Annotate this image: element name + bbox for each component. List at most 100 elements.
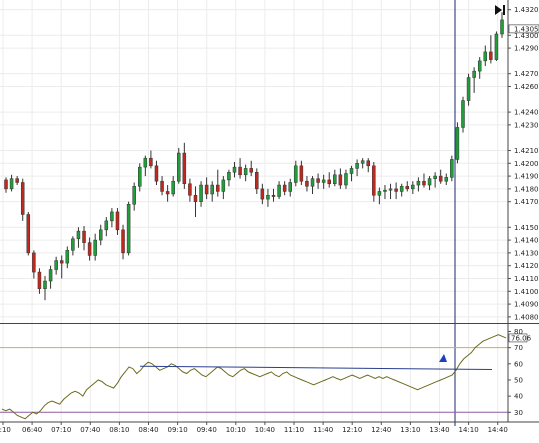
price-tick-label: 1.4190 [514,173,539,181]
candle-body [20,182,25,215]
price-panel: 1.43201.43001.42901.42701.42601.42401.42… [0,0,539,426]
candle-body [438,175,443,182]
candle-body [494,33,499,60]
time-tick-label: 12:10 [342,426,362,434]
candle-body [65,250,70,264]
candle-body [9,178,14,190]
time-tick-label: 10:40 [255,426,275,434]
price-tick-label: 1.4090 [514,301,539,309]
candle-body [344,173,348,186]
candle-body [216,184,220,192]
candle-body [405,186,410,190]
candle-body [338,174,343,186]
candle-body [299,165,304,182]
candle-body [260,188,265,200]
candle-body [182,152,187,185]
candle-body [43,280,47,289]
candle-body [32,252,36,273]
price-tick-label: 1.4290 [514,45,539,53]
osc-tick-label: 60 [514,360,523,368]
candle-body [104,220,109,231]
candle-body [455,127,460,160]
candle-body [450,159,454,178]
candle-body [277,184,281,197]
time-tick-label: 13:10 [400,426,420,434]
price-tick-label: 1.4260 [514,83,539,91]
candle-body [327,179,331,185]
playback-controls [495,5,505,15]
candle-body [305,180,309,187]
last-price-label: 1.4305 [514,25,539,33]
candle-body [93,239,97,256]
price-tick-label: 1.4180 [514,185,539,193]
candle-body [132,186,136,205]
candle-body [500,19,504,35]
candle-body [466,77,471,101]
candle-body [444,177,449,182]
play-arrow-icon [495,5,502,15]
candle-body [15,178,19,183]
candle-body [232,166,237,173]
time-tick-label: 11:10 [284,426,304,434]
price-tick-label: 1.4200 [514,160,539,168]
oscillator-levels [0,347,508,413]
candle-body [188,183,192,196]
trendline-alert-marker [439,354,447,362]
time-tick-label: 6:10 [0,426,11,434]
candle-body [26,214,31,254]
oscillator-axis: 80706050403076.06 [508,328,532,417]
time-tick-label: 09:40 [197,426,217,434]
candle-body [177,152,181,182]
candle-body [82,230,86,243]
candle-body [316,178,320,183]
candle-body [249,168,253,173]
candle-body [377,191,382,196]
price-tick-label: 1.4230 [514,121,539,129]
candle-body [477,60,482,72]
time-tick-label: 13:40 [429,426,449,434]
price-tick-label: 1.4140 [514,237,539,245]
candle-body [76,230,81,240]
price-tick-label: 1.4270 [514,70,539,78]
candle-body [121,229,125,254]
oscillator-panel: 80706050403076.06 [0,328,532,420]
candle-body [321,179,326,183]
price-tick-label: 1.4210 [514,147,539,155]
candle-body [138,166,142,187]
candle-body [126,203,131,254]
candle-body [360,160,365,164]
candle-body [399,186,404,192]
price-tick-label: 1.4120 [514,262,539,270]
time-tick-label: 10:10 [226,426,246,434]
time-tick-label: 14:10 [459,426,479,434]
price-tick-label: 1.4240 [514,109,539,117]
time-tick-label: 14:40 [488,426,508,434]
candle-body [199,184,203,202]
candle-body [4,179,8,190]
time-gridlines [2,0,499,422]
time-axis: 6:10 06:40 07:10 07:40 08:10 08:40 09:10 09:40 1… [0,422,508,434]
candle-body [48,269,53,282]
candle-body [472,70,476,78]
candle-body [243,168,248,176]
candle-body [483,51,488,62]
candle-body [355,163,359,169]
candle-body [416,180,421,186]
candle-body [255,171,259,190]
time-tick-label: 07:40 [80,426,100,434]
candle-body [98,229,103,241]
candle-body [282,184,287,192]
candle-body [489,51,493,60]
candle-body [349,168,354,174]
candle-body [160,180,164,192]
candle-body [149,157,153,167]
candle-body [227,171,231,181]
price-tick-label: 1.4100 [514,288,539,296]
osc-last-value-label: 76.06 [511,334,532,342]
candle-body [310,178,315,187]
candle-body [54,260,58,270]
time-tick-label: 12:40 [371,426,391,434]
panel-frame [0,0,539,423]
time-tick-label: 09:10 [168,426,188,434]
price-tick-label: 1.4150 [514,224,539,232]
